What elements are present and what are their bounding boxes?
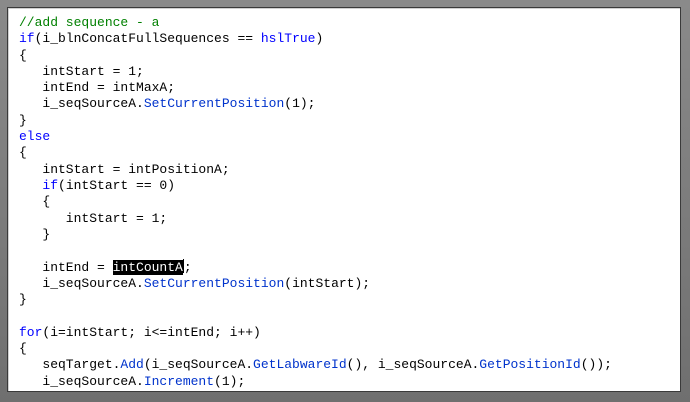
- code-token: (), i_seqSourceA.: [346, 357, 480, 373]
- method-token: Add: [120, 357, 144, 373]
- code-token: }: [19, 226, 51, 242]
- selected-text: intCountA: [112, 260, 183, 276]
- code-line[interactable]: //add sequence - a: [19, 15, 612, 31]
- method-token: SetCurrentPosition: [143, 96, 285, 112]
- code-token: }: [19, 292, 27, 308]
- code-line[interactable]: {: [19, 194, 612, 210]
- code-line[interactable]: {: [19, 145, 612, 161]
- code-token: {: [19, 47, 27, 63]
- code-token: i_seqSourceA.: [19, 373, 144, 389]
- code-token: {: [19, 145, 27, 161]
- code-token: intStart = intPositionA;: [19, 161, 230, 177]
- code-token: (intStart == 0): [58, 177, 176, 193]
- code-token: }: [19, 390, 27, 391]
- code-token: intEnd = intMaxA;: [19, 80, 176, 96]
- code-line[interactable]: i_seqSourceA.SetCurrentPosition(intStart…: [19, 276, 612, 292]
- code-line[interactable]: i_seqSourceA.Increment(1);: [19, 374, 612, 390]
- code-token: (intStart);: [284, 275, 371, 291]
- code-token: {: [19, 194, 51, 210]
- code-line[interactable]: for(i=intStart; i<=intEnd; i++): [19, 325, 612, 341]
- code-token: (i_blnConcatFullSequences ==: [34, 31, 261, 47]
- code-line[interactable]: {: [19, 341, 612, 357]
- code-token: }: [19, 112, 27, 128]
- code-line[interactable]: intStart = 1;: [19, 211, 612, 227]
- code-token: i_seqSourceA.: [19, 275, 144, 291]
- code-line[interactable]: intStart = intPositionA;: [19, 162, 612, 178]
- method-token: GetLabwareId: [253, 357, 347, 373]
- code-editor[interactable]: //add sequence - a if(i_blnConcatFullSequ…: [7, 7, 681, 392]
- code-line[interactable]: }: [19, 390, 612, 391]
- window-frame: //add sequence - a if(i_blnConcatFullSequ…: [0, 0, 690, 402]
- keyword-token: if: [42, 177, 59, 193]
- code-line[interactable]: [19, 308, 612, 324]
- code-line[interactable]: if(intStart == 0): [19, 178, 612, 194]
- comment-token: //add sequence - a: [19, 15, 160, 30]
- code-token: ;: [183, 260, 192, 276]
- code-token: {: [19, 340, 27, 356]
- method-token: SetCurrentPosition: [143, 275, 285, 291]
- code-line[interactable]: i_seqSourceA.SetCurrentPosition(1);: [19, 96, 612, 112]
- code-token: ): [315, 31, 324, 47]
- code-token: i_seqSourceA.: [19, 96, 144, 112]
- code-token: seqTarget.: [19, 357, 121, 373]
- code-line[interactable]: seqTarget.Add(i_seqSourceA.GetLabwareId(…: [19, 357, 612, 373]
- keyword-token: if: [19, 31, 35, 47]
- code-token: intEnd =: [19, 260, 113, 276]
- code-line[interactable]: {: [19, 48, 612, 64]
- method-token: Increment: [143, 373, 215, 389]
- code-line[interactable]: intStart = 1;: [19, 64, 612, 80]
- code-line[interactable]: intEnd = intCountA;: [19, 259, 612, 276]
- code-line[interactable]: [19, 243, 612, 259]
- code-token: (1);: [214, 373, 246, 389]
- code-token: (1);: [284, 96, 316, 112]
- code-line[interactable]: intEnd = intMaxA;: [19, 80, 612, 96]
- code-line[interactable]: }: [19, 113, 612, 129]
- code-content[interactable]: //add sequence - a if(i_blnConcatFullSequ…: [19, 15, 612, 391]
- code-token: (i=intStart; i<=intEnd; i++): [42, 324, 261, 340]
- keyword-token: hslTrue: [260, 31, 316, 47]
- keyword-token: for: [19, 324, 43, 340]
- code-line[interactable]: if(i_blnConcatFullSequences == hslTrue): [19, 31, 612, 47]
- code-token: (i_seqSourceA.: [143, 357, 254, 373]
- code-line[interactable]: }: [19, 292, 612, 308]
- method-token: GetPositionId: [479, 357, 581, 373]
- code-line[interactable]: }: [19, 227, 612, 243]
- code-line[interactable]: else: [19, 129, 612, 145]
- code-token: intStart = 1;: [19, 210, 168, 226]
- keyword-token: else: [19, 129, 51, 145]
- code-token: intStart = 1;: [19, 63, 144, 79]
- code-token: ());: [580, 357, 612, 373]
